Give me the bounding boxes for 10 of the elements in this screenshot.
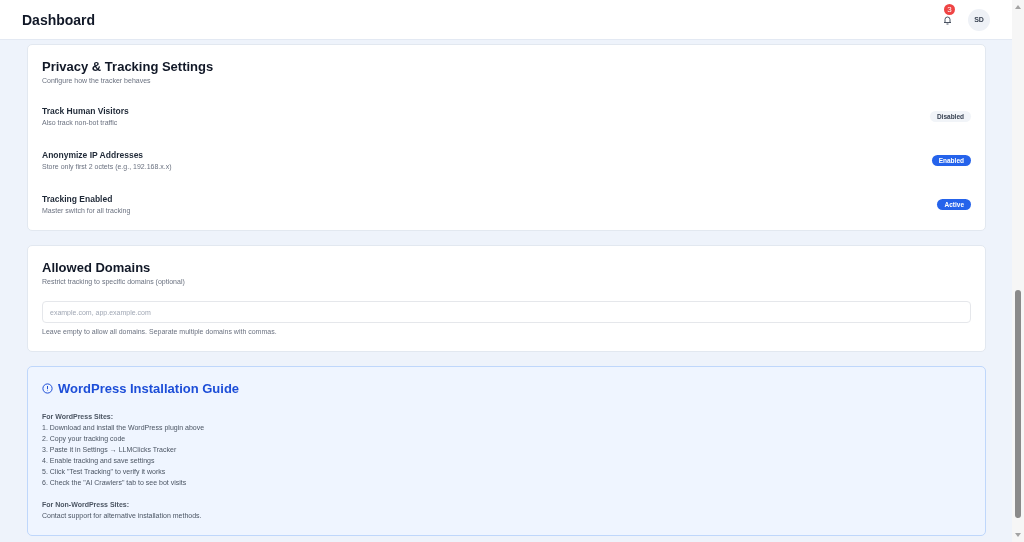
page-title: Dashboard	[22, 11, 97, 28]
guide-title: WordPress Installation Guide	[58, 381, 240, 396]
setting-label: Anonymize IP Addresses	[42, 150, 145, 160]
setting-label: Tracking Enabled	[42, 194, 114, 204]
info-icon	[42, 383, 53, 394]
setting-label: Track Human Visitors	[42, 106, 129, 116]
notification-badge: 3	[944, 3, 955, 15]
card-title: Privacy & Tracking Settings	[42, 59, 215, 74]
bell-icon[interactable]	[942, 14, 952, 25]
card-title: Allowed Domains	[42, 260, 152, 275]
